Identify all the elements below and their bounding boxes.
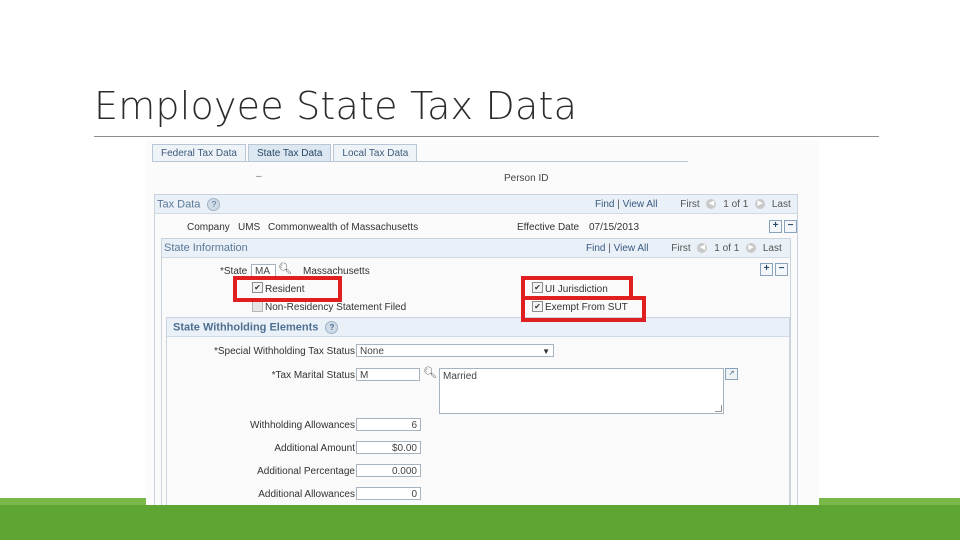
marital-status-input[interactable]: M (356, 368, 420, 381)
search-icon[interactable]: 🔍︎ (423, 366, 437, 379)
additional-percentage-input[interactable]: 0.000 (356, 464, 421, 477)
first-link[interactable]: First (671, 243, 690, 254)
non-residency-checkbox[interactable] (252, 301, 263, 312)
effective-date-value: 07/15/2013 (589, 222, 640, 233)
state-info-nav: Find | View All First ◀ 1 of 1 ▶ Last (586, 243, 782, 254)
view-all-link[interactable]: View All (614, 243, 649, 254)
effective-date-label: Effective Date (517, 222, 580, 233)
help-icon[interactable]: ? (207, 198, 221, 211)
person-id-label: Person ID (504, 173, 549, 184)
tax-data-nav: Find | View All First ◀ 1 of 1 ▶ Last (595, 199, 791, 210)
state-information-title: State Information (164, 242, 248, 254)
tab-local-tax-data[interactable]: Local Tax Data (333, 144, 418, 162)
state-withholding-header: State Withholding Elements ? (167, 318, 789, 337)
nav-separator: | (608, 243, 611, 254)
delete-row-button[interactable]: − (784, 220, 797, 233)
additional-allowances-input[interactable]: 0 (356, 487, 421, 500)
withholding-allowances-input[interactable]: 6 (356, 418, 421, 431)
last-link[interactable]: Last (763, 243, 782, 254)
delete-row-button[interactable]: − (775, 263, 788, 276)
state-withholding-title: State Withholding Elements (173, 321, 319, 334)
tax-data-title: Tax Data (157, 198, 201, 211)
tab-federal-tax-data[interactable]: Federal Tax Data (152, 144, 246, 162)
add-row-button[interactable]: + (769, 220, 782, 233)
row-count: 1 of 1 (714, 243, 740, 254)
tax-data-box: Tax Data ? Find | View All First ◀ 1 of … (154, 194, 798, 506)
header-dash: – (256, 171, 262, 182)
next-arrow-icon[interactable]: ▶ (755, 199, 766, 210)
special-status-value: None (360, 346, 384, 357)
view-all-link[interactable]: View All (623, 199, 658, 210)
state-withholding-box: State Withholding Elements ? *Special Wi… (166, 317, 790, 506)
tab-state-tax-data[interactable]: State Tax Data (247, 144, 332, 162)
additional-amount-label: Additional Amount (274, 443, 355, 454)
additional-amount-input[interactable]: $0.00 (356, 441, 421, 454)
expand-textarea-icon[interactable]: ↗ (725, 368, 738, 380)
resize-grip-icon[interactable] (715, 405, 722, 412)
company-label: Company (187, 222, 230, 233)
tax-data-header: Tax Data ? Find | View All First ◀ 1 of … (155, 195, 797, 214)
help-icon[interactable]: ? (325, 321, 339, 334)
search-icon[interactable]: 🔍︎ (278, 262, 292, 275)
chevron-down-icon: ▼ (542, 347, 550, 356)
company-name: Commonwealth of Massachusetts (268, 222, 419, 233)
prev-arrow-icon[interactable]: ◀ (697, 243, 708, 254)
add-row-button[interactable]: + (760, 263, 773, 276)
additional-allowances-label: Additional Allowances (258, 489, 355, 500)
state-information-header: State Information Find | View All First … (162, 239, 790, 258)
marital-status-label: *Tax Marital Status (271, 370, 355, 381)
title-divider (94, 136, 879, 137)
first-link[interactable]: First (680, 199, 699, 210)
find-link[interactable]: Find (595, 199, 614, 210)
non-residency-label: Non-Residency Statement Filed (265, 302, 407, 313)
special-status-dropdown[interactable]: None ▼ (356, 344, 554, 357)
prev-arrow-icon[interactable]: ◀ (706, 199, 717, 210)
special-status-label: *Special Withholding Tax Status (213, 346, 355, 357)
tab-bar: Federal Tax Data State Tax Data Local Ta… (152, 144, 419, 162)
next-arrow-icon[interactable]: ▶ (746, 243, 757, 254)
resident-highlight-box (233, 276, 342, 302)
slide-title: Employee State Tax Data (94, 84, 578, 128)
tab-underline (152, 161, 688, 162)
additional-percentage-label: Additional Percentage (257, 466, 355, 477)
nav-separator: | (617, 199, 620, 210)
marital-status-description[interactable]: Married (439, 368, 724, 414)
row-count: 1 of 1 (723, 199, 749, 210)
exempt-sut-highlight-box (521, 296, 646, 322)
find-link[interactable]: Find (586, 243, 605, 254)
last-link[interactable]: Last (772, 199, 791, 210)
company-code: UMS (238, 222, 261, 233)
peoplesoft-screenshot: Federal Tax Data State Tax Data Local Ta… (146, 140, 819, 506)
marital-status-desc-text: Married (443, 371, 477, 382)
withholding-allowances-label: Withholding Allowances (249, 420, 355, 431)
footer-band (0, 505, 960, 540)
